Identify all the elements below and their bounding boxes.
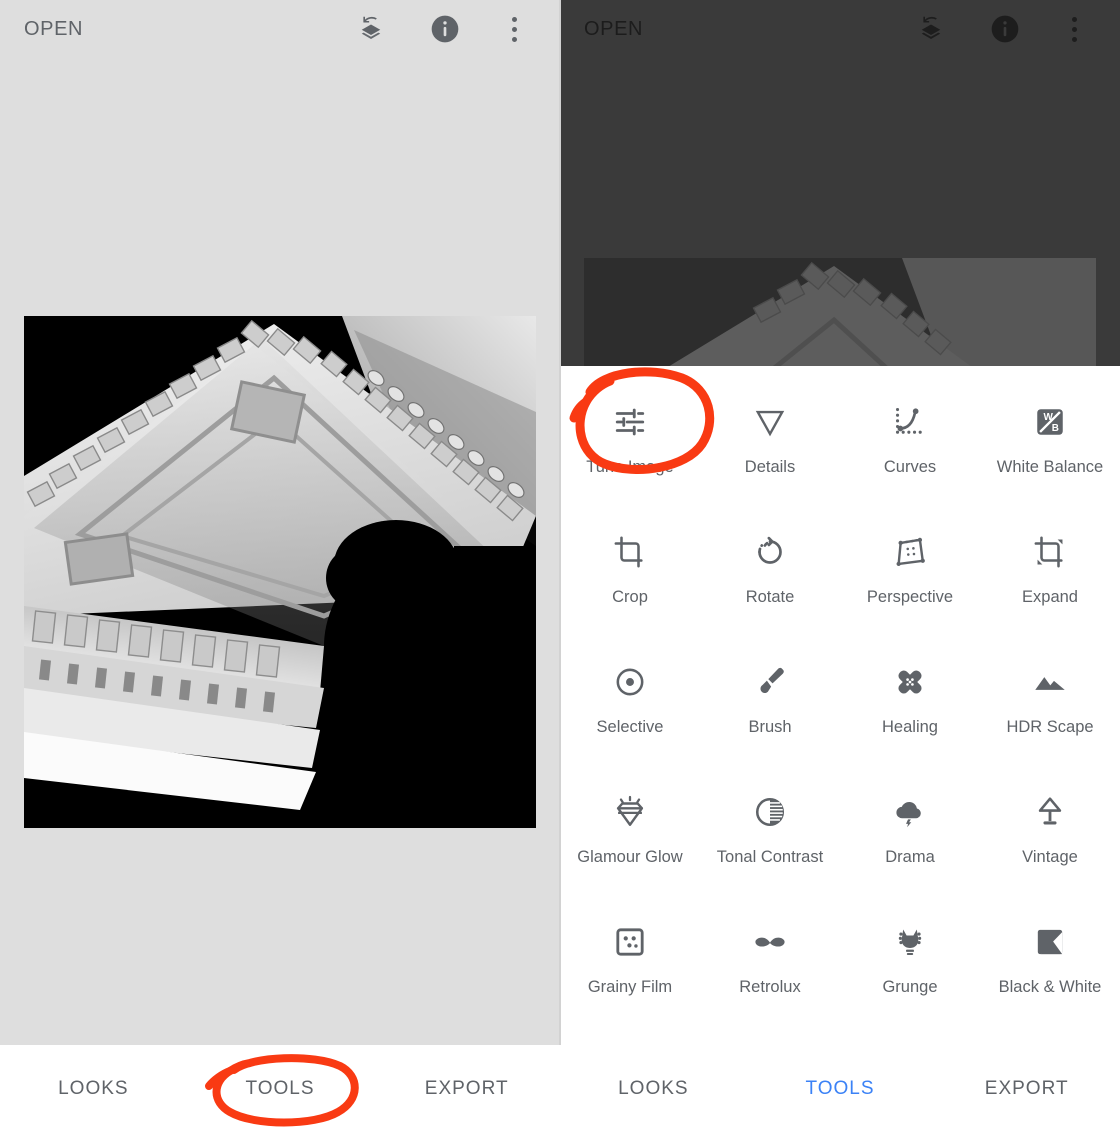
tool-label: HDR Scape xyxy=(1006,718,1094,736)
tool-row6-partial-2[interactable] xyxy=(700,1032,840,1045)
tool-drama[interactable]: Drama xyxy=(840,772,980,902)
curves-icon xyxy=(893,400,927,444)
overflow-menu-icon[interactable] xyxy=(502,12,526,46)
tool-label: Brush xyxy=(748,718,792,736)
top-bar-left: OPEN xyxy=(0,0,560,58)
tool-white-balance[interactable]: W B White Balance xyxy=(980,382,1120,512)
tool-brush[interactable]: Brush xyxy=(700,642,840,772)
panel-right: OPEN Tune Image Details Curves W B White… xyxy=(560,0,1120,1045)
bw-split-square-icon xyxy=(1033,920,1067,964)
mountains-icon xyxy=(1033,660,1067,704)
svg-text:B: B xyxy=(1052,423,1059,434)
tool-label: Drama xyxy=(885,848,935,866)
tool-crop[interactable]: Crop xyxy=(560,512,700,642)
tool-expand[interactable]: Expand xyxy=(980,512,1120,642)
tool-vintage[interactable]: Vintage xyxy=(980,772,1120,902)
tool-label: Glamour Glow xyxy=(577,848,683,866)
storm-cloud-icon xyxy=(893,790,927,834)
tool-perspective[interactable]: Perspective xyxy=(840,512,980,642)
svg-text:W: W xyxy=(1043,412,1053,423)
tool-row6-partial-4[interactable] xyxy=(980,1032,1120,1045)
tool-label: Perspective xyxy=(866,588,954,606)
bottom-nav-tools-left[interactable]: TOOLS xyxy=(187,1078,374,1100)
target-dot-icon xyxy=(613,660,647,704)
tool-hdr-scape[interactable]: HDR Scape xyxy=(980,642,1120,772)
tool-black-and-white[interactable]: Black & White xyxy=(980,902,1120,1032)
tool-tonal-contrast[interactable]: Tonal Contrast xyxy=(700,772,840,902)
crop-icon xyxy=(613,530,647,574)
top-bar-icons-right xyxy=(914,12,1086,46)
bottom-nav-export-left[interactable]: EXPORT xyxy=(373,1078,560,1100)
bottom-nav-left: LOOKS TOOLS EXPORT xyxy=(0,1045,560,1132)
triangle-down-icon xyxy=(753,400,787,444)
open-button-left[interactable]: OPEN xyxy=(24,18,83,41)
photo-image xyxy=(24,316,536,828)
brush-icon xyxy=(753,660,787,704)
tool-selective[interactable]: Selective xyxy=(560,642,700,772)
tool-label: Retrolux xyxy=(739,978,801,996)
perspective-icon xyxy=(893,530,927,574)
panel-divider xyxy=(559,0,561,1045)
top-bar-right: OPEN xyxy=(560,0,1120,58)
tool-label: Rotate xyxy=(745,588,795,606)
info-icon[interactable] xyxy=(988,12,1022,46)
tool-label: Tune Image xyxy=(586,458,674,476)
tool-label: Crop xyxy=(612,588,648,606)
tool-details[interactable]: Details xyxy=(700,382,840,512)
tool-label: Curves xyxy=(883,458,937,476)
tool-label: Grunge xyxy=(882,978,938,996)
tool-label: Healing xyxy=(882,718,938,736)
grain-square-icon xyxy=(613,920,647,964)
bottom-nav-looks-right[interactable]: LOOKS xyxy=(560,1078,747,1100)
panel-left: OPEN xyxy=(0,0,560,1045)
open-button-right[interactable]: OPEN xyxy=(584,18,643,41)
tool-curves[interactable]: Curves xyxy=(840,382,980,512)
tool-rotate[interactable]: Rotate xyxy=(700,512,840,642)
tool-grainy-film[interactable]: Grainy Film xyxy=(560,902,700,1032)
white-balance-icon: W B xyxy=(1033,400,1067,444)
bottom-nav-right: LOOKS TOOLS EXPORT xyxy=(560,1045,1120,1132)
info-icon[interactable] xyxy=(428,12,462,46)
tools-sheet: Tune Image Details Curves W B White Bala… xyxy=(560,366,1120,1045)
tool-label: Grainy Film xyxy=(587,978,673,996)
tool-glamour-glow[interactable]: Glamour Glow xyxy=(560,772,700,902)
tool-row6-partial-3[interactable] xyxy=(840,1032,980,1045)
tool-healing[interactable]: Healing xyxy=(840,642,980,772)
tool-label: Details xyxy=(744,458,796,476)
revert-layers-icon[interactable] xyxy=(354,12,388,46)
tool-label: Selective xyxy=(596,718,664,736)
tool-grunge[interactable]: Grunge xyxy=(840,902,980,1032)
tool-label: Vintage xyxy=(1022,848,1078,866)
expand-icon xyxy=(1033,530,1067,574)
tool-retrolux[interactable]: Retrolux xyxy=(700,902,840,1032)
gem-glow-icon xyxy=(613,790,647,834)
sliders-icon xyxy=(613,400,647,444)
moustache-icon xyxy=(753,920,787,964)
revert-layers-icon[interactable] xyxy=(914,12,948,46)
rotate-icon xyxy=(753,530,787,574)
guitar-head-icon xyxy=(893,920,927,964)
bottom-nav-tools-right[interactable]: TOOLS xyxy=(747,1078,934,1100)
photo-preview-left[interactable] xyxy=(24,316,536,828)
tool-label: Expand xyxy=(1022,588,1078,606)
screenshot-root: OPEN OPEN Tune Image Details Curves W B … xyxy=(0,0,1120,1132)
tool-label: White Balance xyxy=(996,458,1104,476)
tool-label: Black & White xyxy=(998,978,1102,996)
lamp-icon xyxy=(1033,790,1067,834)
tool-row6-partial-1[interactable] xyxy=(560,1032,700,1045)
bandage-icon xyxy=(893,660,927,704)
tool-tune-image[interactable]: Tune Image xyxy=(560,382,700,512)
contrast-circle-icon xyxy=(753,790,787,834)
tools-grid: Tune Image Details Curves W B White Bala… xyxy=(560,366,1120,1045)
overflow-menu-icon[interactable] xyxy=(1062,12,1086,46)
tool-label: Tonal Contrast xyxy=(716,848,824,866)
bottom-nav-export-right[interactable]: EXPORT xyxy=(933,1078,1120,1100)
top-bar-icons-left xyxy=(354,12,526,46)
bottom-nav-looks-left[interactable]: LOOKS xyxy=(0,1078,187,1100)
